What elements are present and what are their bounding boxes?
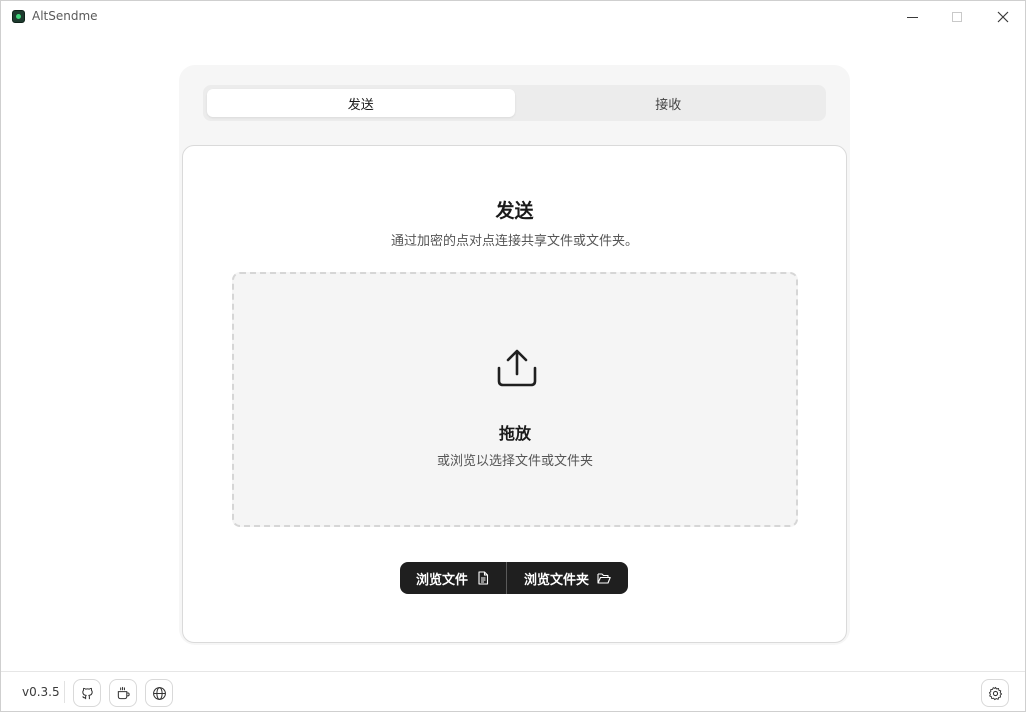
gear-icon	[988, 686, 1002, 700]
drop-zone[interactable]: 拖放 或浏览以选择文件或文件夹	[232, 272, 798, 527]
browse-button-group: 浏览文件 浏览文件夹	[400, 562, 628, 594]
file-icon	[478, 571, 489, 585]
tab-receive[interactable]: 接收	[515, 89, 823, 117]
maximize-icon	[952, 12, 962, 22]
settings-button[interactable]	[981, 679, 1009, 707]
close-icon	[997, 11, 1009, 23]
browse-files-button[interactable]: 浏览文件	[400, 562, 507, 594]
github-icon	[81, 687, 93, 699]
coffee-button[interactable]	[109, 679, 137, 707]
app-window: AltSendme 发送 接收 发送 通过加密的点对点连接共享文件或文件夹。 拖…	[0, 0, 1026, 712]
browse-folder-label: 浏览文件夹	[523, 572, 589, 588]
page-title: 发送	[495, 200, 534, 222]
version-label: v0.3.5	[22, 685, 60, 699]
page-description: 通过加密的点对点连接共享文件或文件夹。	[390, 234, 638, 249]
drop-zone-subtitle: 或浏览以选择文件或文件夹	[436, 454, 593, 469]
globe-icon	[152, 686, 166, 700]
send-card: 发送 通过加密的点对点连接共享文件或文件夹。 拖放 或浏览以选择文件或文件夹 浏…	[182, 145, 847, 643]
footer-bar: v0.3.5	[1, 671, 1025, 711]
main-panel: 发送 接收 发送 通过加密的点对点连接共享文件或文件夹。 拖放 或浏览以选择文件…	[179, 65, 850, 645]
tab-send[interactable]: 发送	[207, 89, 515, 117]
close-button[interactable]	[980, 1, 1026, 33]
coffee-icon	[117, 686, 130, 699]
app-icon	[12, 10, 25, 23]
footer-divider	[64, 681, 65, 703]
window-title: AltSendme	[32, 9, 98, 23]
upload-icon	[497, 349, 537, 387]
mode-tabs: 发送 接收	[203, 85, 826, 121]
minimize-icon	[906, 16, 918, 18]
drop-zone-title: 拖放	[498, 424, 531, 443]
title-bar: AltSendme	[1, 1, 1025, 33]
website-button[interactable]	[145, 679, 173, 707]
folder-open-icon	[597, 573, 611, 584]
browse-files-label: 浏览文件	[415, 572, 468, 588]
minimize-button[interactable]	[889, 1, 935, 33]
maximize-button[interactable]	[934, 1, 980, 33]
browse-folder-button[interactable]: 浏览文件夹	[507, 562, 628, 594]
github-button[interactable]	[73, 679, 101, 707]
